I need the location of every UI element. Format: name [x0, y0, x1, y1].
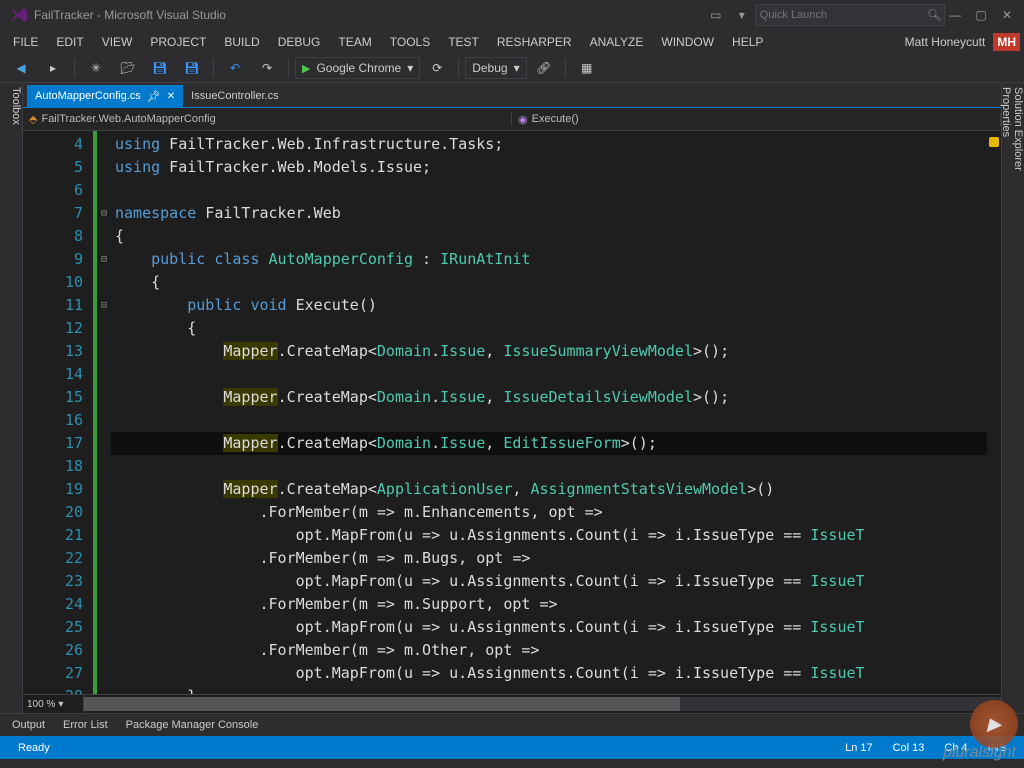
refresh-button[interactable]: ⟳	[422, 57, 452, 79]
line-number-gutter: 4567891011121314151617181920212223242526…	[23, 131, 97, 694]
menu-analyze[interactable]: ANALYZE	[581, 32, 653, 52]
window-title: FailTracker - Microsoft Visual Studio	[34, 8, 226, 22]
open-file-button[interactable]: 📂︎	[113, 57, 143, 79]
menu-project[interactable]: PROJECT	[141, 32, 215, 52]
feedback-icon[interactable]: ▭	[703, 4, 729, 26]
extra-tool-button[interactable]: ▦	[572, 57, 602, 79]
menu-file[interactable]: FILE	[4, 32, 47, 52]
chevron-down-icon: ▾	[514, 61, 520, 75]
status-line: Ln 17	[835, 742, 883, 754]
side-tab[interactable]: Properties	[1000, 87, 1012, 701]
menu-window[interactable]: WINDOW	[652, 32, 723, 52]
editor-footer: 100 %▾	[23, 694, 1001, 713]
close-button[interactable]: ✕	[994, 4, 1020, 26]
close-tab-icon[interactable]: ✕	[167, 91, 175, 102]
chevron-down-icon: ▾	[407, 61, 413, 75]
search-icon: 🔍︎	[927, 8, 942, 22]
undo-button[interactable]: ↶	[220, 57, 250, 79]
menu-edit[interactable]: EDIT	[47, 32, 92, 52]
document-tab[interactable]: IssueController.cs	[183, 85, 286, 107]
bottom-tab[interactable]: Output	[4, 717, 53, 733]
nav-fwd-button[interactable]: ▸	[38, 57, 68, 79]
bottom-tab[interactable]: Package Manager Console	[118, 717, 267, 733]
nav-breadcrumb: ⬘FailTracker.Web.AutoMapperConfig ◉Execu…	[23, 108, 1001, 131]
bottom-panel-tabs: OutputError ListPackage Manager Console	[0, 713, 1024, 736]
minimize-button[interactable]: —	[942, 4, 968, 26]
redo-button[interactable]: ↷	[252, 57, 282, 79]
menu-resharper[interactable]: RESHARPER	[488, 32, 581, 52]
user-badge[interactable]: MH	[993, 33, 1020, 51]
bottom-tab[interactable]: Error List	[55, 717, 116, 733]
code-content[interactable]: using FailTracker.Web.Infrastructure.Tas…	[111, 131, 1001, 694]
chevron-down-icon: ▾	[58, 699, 63, 710]
status-col: Col 13	[883, 742, 935, 754]
nav-member-combo[interactable]: ◉Execute()	[512, 113, 1001, 126]
browser-label: Google Chrome	[316, 61, 401, 75]
quick-launch-input[interactable]	[755, 4, 945, 26]
menu-build[interactable]: BUILD	[215, 32, 268, 52]
signed-in-user[interactable]: Matt Honeycutt	[905, 35, 990, 49]
code-editor[interactable]: 4567891011121314151617181920212223242526…	[23, 131, 1001, 694]
title-bar: FailTracker - Microsoft Visual Studio ▭ …	[0, 0, 1024, 30]
fold-gutter[interactable]: ⊟⊟⊟	[97, 131, 111, 694]
horizontal-scrollbar[interactable]	[84, 697, 1001, 711]
menu-help[interactable]: HELP	[723, 32, 772, 52]
notifications-icon[interactable]: ▾	[729, 4, 755, 26]
toolbox-panel-tab[interactable]: Toolbox	[0, 83, 23, 713]
play-icon: ▶	[970, 700, 1018, 748]
nav-back-button[interactable]: ◀	[6, 57, 36, 79]
save-button[interactable]: 💾︎	[145, 57, 175, 79]
right-panel-tabs: Solution ExplorerProperties	[1001, 83, 1024, 713]
start-debug-button[interactable]: ▶Google Chrome▾	[295, 57, 420, 79]
maximize-button[interactable]: ▢	[968, 4, 994, 26]
zoom-combo[interactable]: 100 %▾	[23, 695, 84, 713]
toolbar: ◀ ▸ ✳ 📂︎ 💾︎ 💾︎ ↶ ↷ ▶Google Chrome▾ ⟳ Deb…	[0, 54, 1024, 83]
menu-tools[interactable]: TOOLS	[381, 32, 439, 52]
config-label: Debug	[472, 61, 507, 75]
document-tabs: AutoMapperConfig.cs 📌︎ ✕IssueController.…	[23, 83, 1001, 108]
document-tab[interactable]: AutoMapperConfig.cs 📌︎ ✕	[27, 85, 183, 107]
menu-team[interactable]: TEAM	[329, 32, 380, 52]
menu-debug[interactable]: DEBUG	[269, 32, 330, 52]
config-combo[interactable]: Debug ▾	[465, 57, 526, 79]
status-bar: Ready Ln 17 Col 13 Ch 4 INS	[0, 736, 1024, 759]
menu-view[interactable]: VIEW	[93, 32, 142, 52]
save-all-button[interactable]: 💾︎	[177, 57, 207, 79]
pin-icon[interactable]: 📌︎	[147, 90, 161, 103]
menu-bar: FILEEDITVIEWPROJECTBUILDDEBUGTEAMTOOLSTE…	[0, 30, 1024, 54]
side-tab[interactable]: Solution Explorer	[1012, 87, 1024, 701]
status-ready: Ready	[8, 742, 60, 754]
scroll-marks	[987, 131, 1001, 694]
warning-mark-icon	[989, 137, 999, 147]
menu-test[interactable]: TEST	[439, 32, 488, 52]
nav-class-combo[interactable]: ⬘FailTracker.Web.AutoMapperConfig	[23, 113, 512, 126]
vs-logo-icon	[10, 6, 28, 24]
pluralsight-watermark: pluralsight ▶	[943, 744, 1016, 762]
new-project-button[interactable]: ✳	[81, 57, 111, 79]
browser-link-button[interactable]: 🔗︎	[529, 57, 559, 79]
scrollbar-thumb[interactable]	[84, 697, 680, 711]
